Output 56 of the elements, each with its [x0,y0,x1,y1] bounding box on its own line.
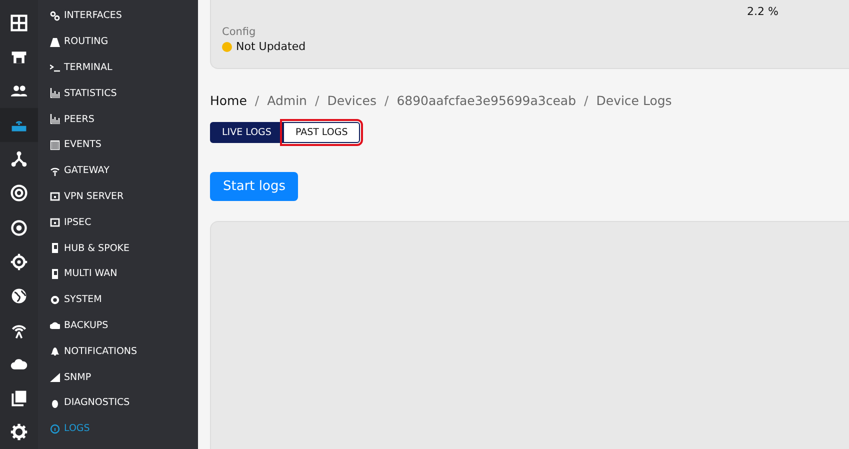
breadcrumb-separator: / [254,93,260,108]
breadcrumb-separator: / [314,93,320,108]
sidebar-item[interactable]: LOGS [38,416,198,442]
calendar-icon [50,140,60,150]
sidebar-item[interactable]: BACKUPS [38,312,198,338]
square-icon [50,191,60,202]
cloud-icon [50,320,60,330]
config-value: Not Updated [236,40,306,53]
gear-icon [50,294,60,305]
bell-icon [50,346,60,356]
tab[interactable]: LIVE LOGS [210,122,284,143]
sidebar-item[interactable]: DIAGNOSTICS [38,390,198,416]
sidebar-item[interactable]: NOTIFICATIONS [38,338,198,364]
sidebar-item[interactable]: MULTI WAN [38,260,198,287]
warning-icon [222,42,232,52]
sidebar-item[interactable]: GATEWAY [38,158,198,184]
breadcrumb-link[interactable]: Home [210,93,247,108]
square-icon [50,217,60,228]
breadcrumb-link[interactable]: Admin [267,93,307,108]
radar-icon [10,184,28,202]
book-icon [10,388,28,407]
signal-icon [50,372,60,382]
tab[interactable]: PAST LOGS [283,122,360,143]
sidebar-item[interactable]: VPN SERVER [38,184,198,210]
start-logs-button[interactable]: Start logs [210,172,298,201]
doc-icon [50,268,60,279]
bars-icon [50,114,60,124]
sidebar-item[interactable]: EVENTS [38,132,198,158]
dot-icon [10,218,28,236]
globe-icon [10,286,28,305]
usage-value: 2.2 % [747,5,778,18]
target-icon [10,252,28,271]
tree-icon [10,150,28,168]
info-icon [50,424,60,434]
breadcrumb-link[interactable]: Devices [327,93,376,108]
breadcrumb-separator: / [584,93,588,108]
sidebar-item[interactable]: SYSTEM [38,286,198,313]
sidebar-item[interactable]: STATISTICS [38,80,198,106]
gear-icon [10,422,28,441]
wifi-icon [50,166,60,176]
doc-icon [50,243,60,254]
sidebar-item[interactable]: SNMP [38,364,198,390]
bars-icon [50,88,60,98]
sidebar-item[interactable]: HUB & SPOKE [38,235,198,261]
sidebar-item[interactable]: IPSEC [38,209,198,236]
breadcrumb-link[interactable]: Device Logs [596,93,672,108]
sidebar-item[interactable]: INTERFACES [38,3,198,29]
sidebar-item[interactable]: PEERS [38,106,198,132]
link-icon [50,10,60,21]
prompt-icon [50,62,60,72]
config-label: Config [222,26,257,38]
breadcrumb-separator: / [384,93,389,108]
grid-icon [10,14,28,32]
sidebar-item[interactable]: TERMINAL [38,54,198,80]
breadcrumb-link[interactable]: 6890aafcfae3e95699a3ceab [396,93,576,108]
sidebar-item[interactable]: ROUTING [38,28,198,55]
